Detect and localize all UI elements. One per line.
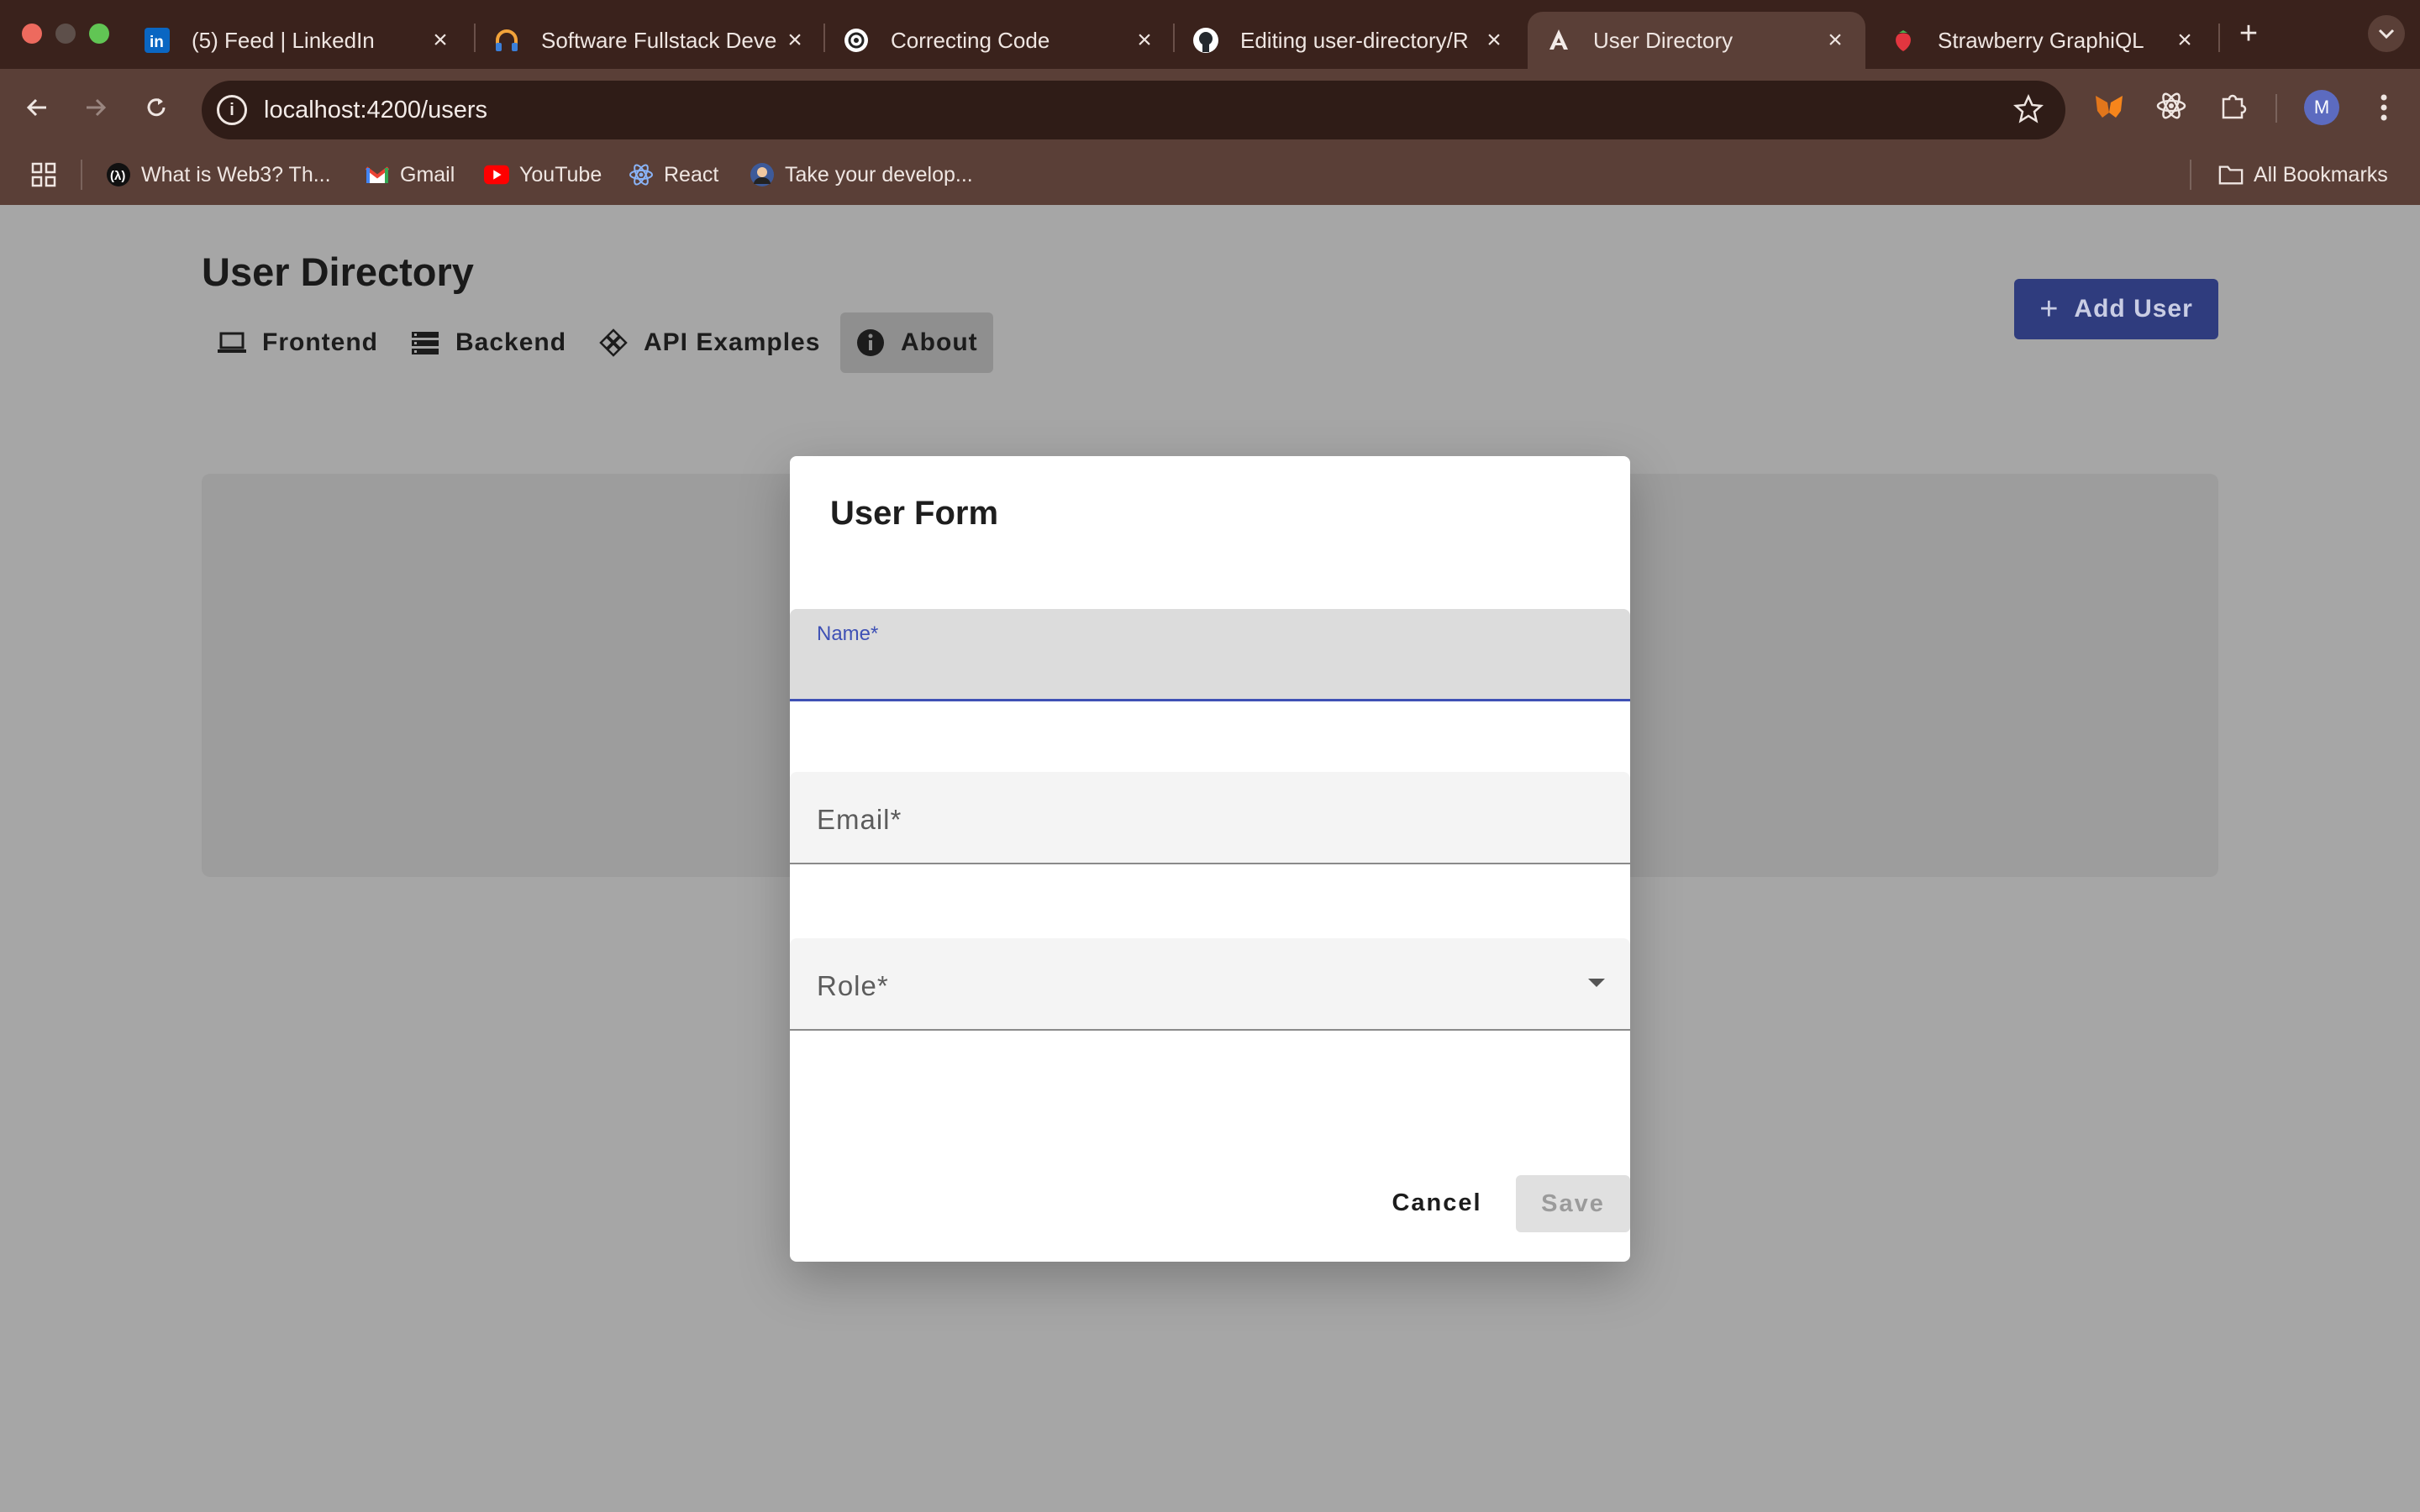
role-field-label: Role* [817, 970, 889, 1001]
browser-tab-fullstack[interactable]: Software Fullstack Deve × [476, 12, 825, 69]
extensions-puzzle-icon[interactable] [2217, 89, 2250, 123]
url-text: localhost:4200/users [264, 97, 487, 123]
angular-icon [1544, 26, 1573, 55]
web3-icon: (λ) [106, 162, 131, 187]
svg-text:(λ): (λ) [110, 169, 125, 183]
browser-tab-linkedin[interactable]: in (5) Feed | LinkedIn × [126, 12, 471, 69]
bookmark-label: Gmail [400, 162, 455, 186]
tab-title: (5) Feed | LinkedIn [192, 27, 375, 53]
all-bookmarks-label: All Bookmarks [2254, 162, 2388, 186]
all-bookmarks-button[interactable]: All Bookmarks [2218, 160, 2388, 190]
tab-title: Correcting Code [891, 27, 1050, 53]
github-icon [1192, 26, 1220, 55]
bookmark-gmail[interactable]: Gmail [365, 160, 455, 190]
kebab-menu-icon[interactable] [2371, 89, 2396, 126]
browser-tab-github[interactable]: Editing user-directory/R × [1175, 12, 1524, 69]
browser-tab-correcting-code[interactable]: Correcting Code × [825, 12, 1175, 69]
browser-toolbar: i localhost:4200/users M [0, 69, 2420, 144]
arrow-left-icon [26, 98, 46, 117]
close-icon[interactable]: × [1823, 28, 1847, 53]
email-input[interactable] [817, 816, 1590, 849]
react-devtools-icon[interactable] [2154, 89, 2188, 123]
save-button[interactable]: Save [1516, 1175, 1630, 1232]
react-icon [629, 162, 654, 187]
openai-icon [842, 26, 871, 55]
close-icon[interactable]: × [429, 28, 452, 53]
strawberry-icon [1889, 26, 1918, 55]
role-select[interactable]: Role* [790, 938, 1630, 1031]
minimize-window-button[interactable] [55, 24, 76, 44]
reload-icon [147, 98, 166, 117]
reload-button[interactable] [138, 89, 175, 126]
metamask-extension-icon[interactable] [2092, 89, 2126, 123]
dropdown-arrow-icon [1588, 979, 1605, 987]
name-field[interactable]: Name* [790, 609, 1630, 701]
youtube-icon [484, 162, 509, 187]
browser-tabstrip: in (5) Feed | LinkedIn × Software Fullst… [0, 0, 2420, 69]
site-info-icon[interactable]: i [217, 95, 247, 125]
new-tab-button[interactable]: + [2230, 15, 2267, 52]
bookmarks-bar: (λ) What is Web3? Th... Gmail YouTube Re… [0, 144, 2420, 205]
tab-title: Strawberry GraphiQL [1938, 27, 2144, 53]
bookmark-label: What is Web3? Th... [141, 162, 331, 186]
bookmark-youtube[interactable]: YouTube [484, 160, 602, 190]
bookmark-label: Take your develop... [785, 162, 973, 186]
bookmark-take-your-develop[interactable]: Take your develop... [750, 160, 973, 190]
toolbar-divider [2275, 94, 2277, 123]
tab-search-button[interactable] [2368, 15, 2405, 52]
bookmark-web3[interactable]: (λ) What is Web3? Th... [106, 160, 331, 190]
svg-text:in: in [150, 34, 164, 51]
tab-title: Editing user-directory/R [1240, 27, 1469, 53]
profile-avatar[interactable]: M [2304, 90, 2339, 125]
name-input[interactable] [817, 653, 1590, 686]
apps-grid-icon[interactable] [30, 161, 57, 188]
gmail-icon [365, 162, 390, 187]
dialog-title: User Form [830, 495, 999, 532]
tab-title: Software Fullstack Deve [541, 27, 777, 53]
close-icon[interactable]: × [783, 28, 807, 53]
profile-icon [750, 162, 775, 187]
bookmarks-divider [81, 160, 82, 190]
user-form-dialog: User Form Name* Email* Role* Cancel Save [790, 456, 1630, 1262]
browser-tab-graphiql[interactable]: Strawberry GraphiQL × [1872, 12, 2215, 69]
close-icon[interactable]: × [2173, 28, 2196, 53]
bookmark-star-icon[interactable] [2013, 94, 2044, 124]
tab-title: User Directory [1593, 27, 1733, 53]
close-icon[interactable]: × [1482, 28, 1506, 53]
forward-button[interactable] [77, 89, 114, 126]
email-field[interactable]: Email* [790, 772, 1630, 864]
chevron-down-icon [2378, 29, 2395, 39]
bookmark-label: YouTube [519, 162, 602, 186]
name-field-label: Name* [817, 622, 879, 645]
zoom-window-button[interactable] [89, 24, 109, 44]
arrow-right-icon [87, 98, 107, 117]
folder-icon [2218, 162, 2244, 187]
linkedin-icon: in [143, 26, 171, 55]
tab-divider [2218, 24, 2220, 52]
bookmarks-divider [2190, 160, 2191, 190]
bookmark-react[interactable]: React [629, 160, 718, 190]
back-button[interactable] [18, 89, 55, 126]
cancel-button[interactable]: Cancel [1378, 1175, 1496, 1231]
headphones-icon [492, 26, 521, 55]
close-window-button[interactable] [22, 24, 42, 44]
browser-tab-user-directory[interactable]: User Directory × [1528, 12, 1865, 69]
close-icon[interactable]: × [1133, 28, 1156, 53]
address-bar[interactable]: i localhost:4200/users [202, 81, 2065, 139]
bookmark-label: React [664, 162, 719, 186]
